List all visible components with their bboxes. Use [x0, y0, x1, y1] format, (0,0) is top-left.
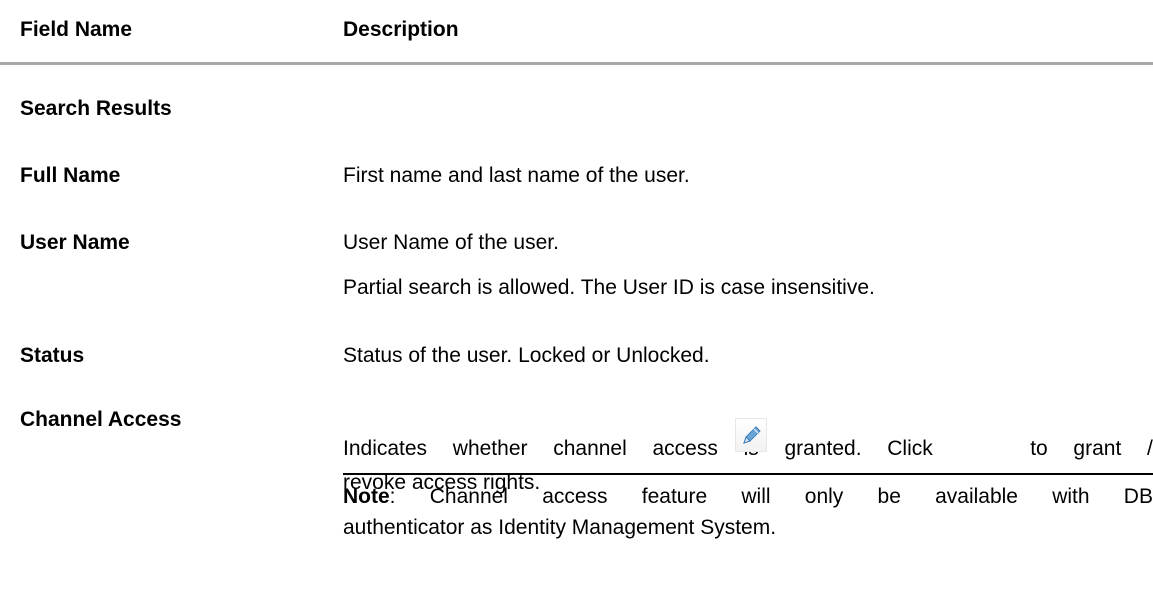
note-label: Note — [343, 485, 390, 508]
field-full-name: Full Name — [20, 164, 121, 187]
desc-user-name-partial: Partial search is allowed. The User ID i… — [343, 276, 875, 299]
desc-word: Click — [887, 437, 933, 460]
edit-icon[interactable] — [735, 418, 767, 452]
note-word: access — [542, 485, 608, 508]
note-word: with — [1052, 485, 1090, 508]
note-word: will — [741, 485, 771, 508]
field-user-name: User Name — [20, 231, 130, 254]
note-word: : — [389, 485, 396, 508]
note-box: Note: Channel access feature will only b… — [343, 481, 1153, 543]
field-channel-access: Channel Access — [20, 408, 182, 431]
note-line2: authenticator as Identity Management Sys… — [343, 516, 777, 539]
desc-full-name: First name and last name of the user. — [343, 164, 690, 187]
field-status: Status — [20, 344, 85, 367]
desc-word: channel — [553, 437, 627, 460]
header-field-name: Field Name — [20, 18, 133, 41]
desc-word: / — [1147, 437, 1153, 460]
section-title: Search Results — [20, 97, 172, 120]
desc-user-name: User Name of the user. — [343, 231, 559, 254]
note-line1: Note: Channel access feature will only b… — [343, 481, 1153, 512]
note-divider — [343, 473, 1153, 475]
note-word: available — [935, 485, 1018, 508]
header-description: Description — [343, 18, 459, 41]
desc-word: whether — [452, 437, 528, 460]
note-word: only — [804, 485, 844, 508]
header-divider — [0, 62, 1153, 65]
note-label-group: Note: — [343, 481, 396, 512]
desc-word: to — [1030, 437, 1048, 460]
note-word: feature — [641, 485, 708, 508]
note-word: Channel — [429, 485, 508, 508]
note-word: DB — [1123, 485, 1153, 508]
desc-status: Status of the user. Locked or Unlocked. — [343, 344, 710, 367]
desc-word: Indicates — [343, 437, 428, 460]
desc-word: granted. — [784, 437, 862, 460]
desc-word: grant — [1073, 437, 1122, 460]
desc-word: access — [652, 437, 718, 460]
edit-icon-placeholder — [958, 432, 1004, 466]
note-word: be — [877, 485, 901, 508]
